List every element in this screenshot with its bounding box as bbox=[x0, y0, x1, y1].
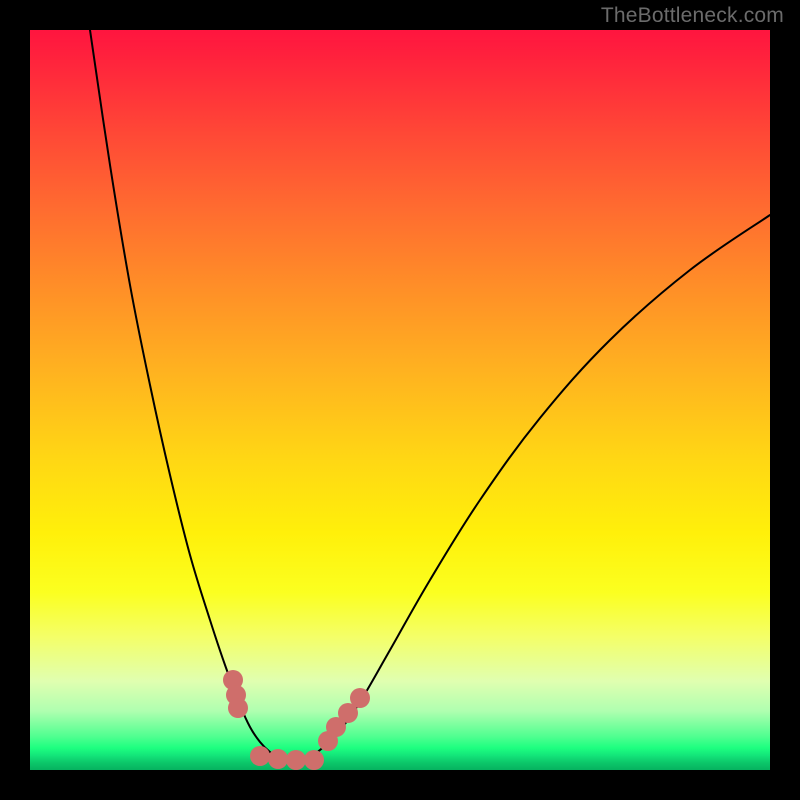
bottom-markers-point bbox=[268, 749, 288, 769]
right-markers-point bbox=[350, 688, 370, 708]
plot-area bbox=[30, 30, 770, 770]
left-markers-point bbox=[228, 698, 248, 718]
bottom-markers-point bbox=[250, 746, 270, 766]
watermark-text: TheBottleneck.com bbox=[601, 4, 784, 28]
bottom-markers-point bbox=[304, 750, 324, 770]
series-container bbox=[90, 30, 770, 770]
right-curve bbox=[290, 215, 770, 760]
curves-svg bbox=[30, 30, 770, 770]
left-curve bbox=[90, 30, 290, 760]
chart-frame: TheBottleneck.com bbox=[0, 0, 800, 800]
bottom-markers-point bbox=[286, 750, 306, 770]
